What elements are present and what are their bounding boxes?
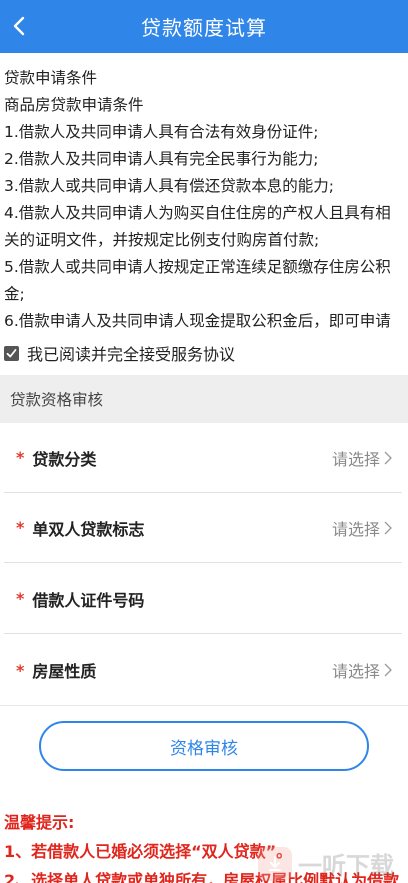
field-label: 借款人证件号码 xyxy=(32,590,145,610)
field-label: 单双人贷款标志 xyxy=(32,519,145,539)
loan-terms-text[interactable]: 贷款申请条件 商品房贷款申请条件 1.借款人及共同申请人具有合法有效身份证件; … xyxy=(0,53,408,333)
agreement-row[interactable]: 我已阅读并完全接受服务协议 xyxy=(0,336,408,370)
select-placeholder: 请选择 xyxy=(331,662,380,681)
chevron-right-icon xyxy=(384,451,392,465)
tips-title: 温馨提示: xyxy=(4,813,75,832)
chevron-right-icon xyxy=(384,521,392,535)
required-mark: * xyxy=(16,589,25,608)
terms-line: 5.借款人或共同申请人按规定正常连续足额缴存住房公积金; xyxy=(4,258,391,303)
terms-line: 2.借款人及共同申请人具有完全民事行为能力; xyxy=(4,150,319,168)
terms-line: 6.借款申请人及共同申请人现金提取公积金后，即可申请 xyxy=(4,312,391,330)
agreement-label: 我已阅读并完全接受服务协议 xyxy=(27,345,236,364)
divider xyxy=(0,705,408,706)
section-header: 贷款资格审核 xyxy=(0,375,408,423)
download-logo-icon xyxy=(258,846,292,881)
page-title: 贷款额度试算 xyxy=(141,16,267,40)
field-label: 贷款分类 xyxy=(32,449,97,469)
property-type-field[interactable]: * 房屋性质 请选择 xyxy=(4,635,402,705)
terms-line: 贷款申请条件 xyxy=(4,69,98,87)
agreement-checkbox[interactable] xyxy=(4,345,19,361)
qualification-check-button[interactable]: 资格审核 xyxy=(39,721,369,771)
check-icon xyxy=(6,348,17,357)
back-button[interactable] xyxy=(8,10,30,42)
select-placeholder: 请选择 xyxy=(331,449,380,469)
terms-line: 4.借款人及共同申请人为购买自住住房的产权人且具有相关的证明文件，并按规定比例支… xyxy=(4,204,391,249)
terms-line: 1.借款人及共同申请人具有合法有效身份证件; xyxy=(4,123,319,141)
watermark-text: 一听下载 xyxy=(298,852,394,880)
chevron-right-icon xyxy=(384,663,392,677)
terms-line: 商品房贷款申请条件 xyxy=(4,96,144,114)
required-mark: * xyxy=(16,448,25,467)
select-placeholder: 请选择 xyxy=(331,519,380,539)
section-title: 贷款资格审核 xyxy=(10,391,104,409)
required-mark: * xyxy=(16,660,25,680)
loan-type-field[interactable]: * 贷款分类 请选择 xyxy=(4,423,402,493)
watermark: 一听下载 xyxy=(258,844,408,883)
terms-line: 3.借款人或共同申请人具有偿还贷款本息的能力; xyxy=(4,177,335,195)
required-mark: * xyxy=(16,518,25,537)
title-bar: 贷款额度试算 xyxy=(0,0,408,53)
chevron-left-icon xyxy=(13,16,25,36)
single-double-loan-field[interactable]: * 单双人贷款标志 请选择 xyxy=(4,493,402,563)
borrower-id-field[interactable]: * 借款人证件号码 xyxy=(4,564,402,634)
field-label: 房屋性质 xyxy=(32,662,97,681)
